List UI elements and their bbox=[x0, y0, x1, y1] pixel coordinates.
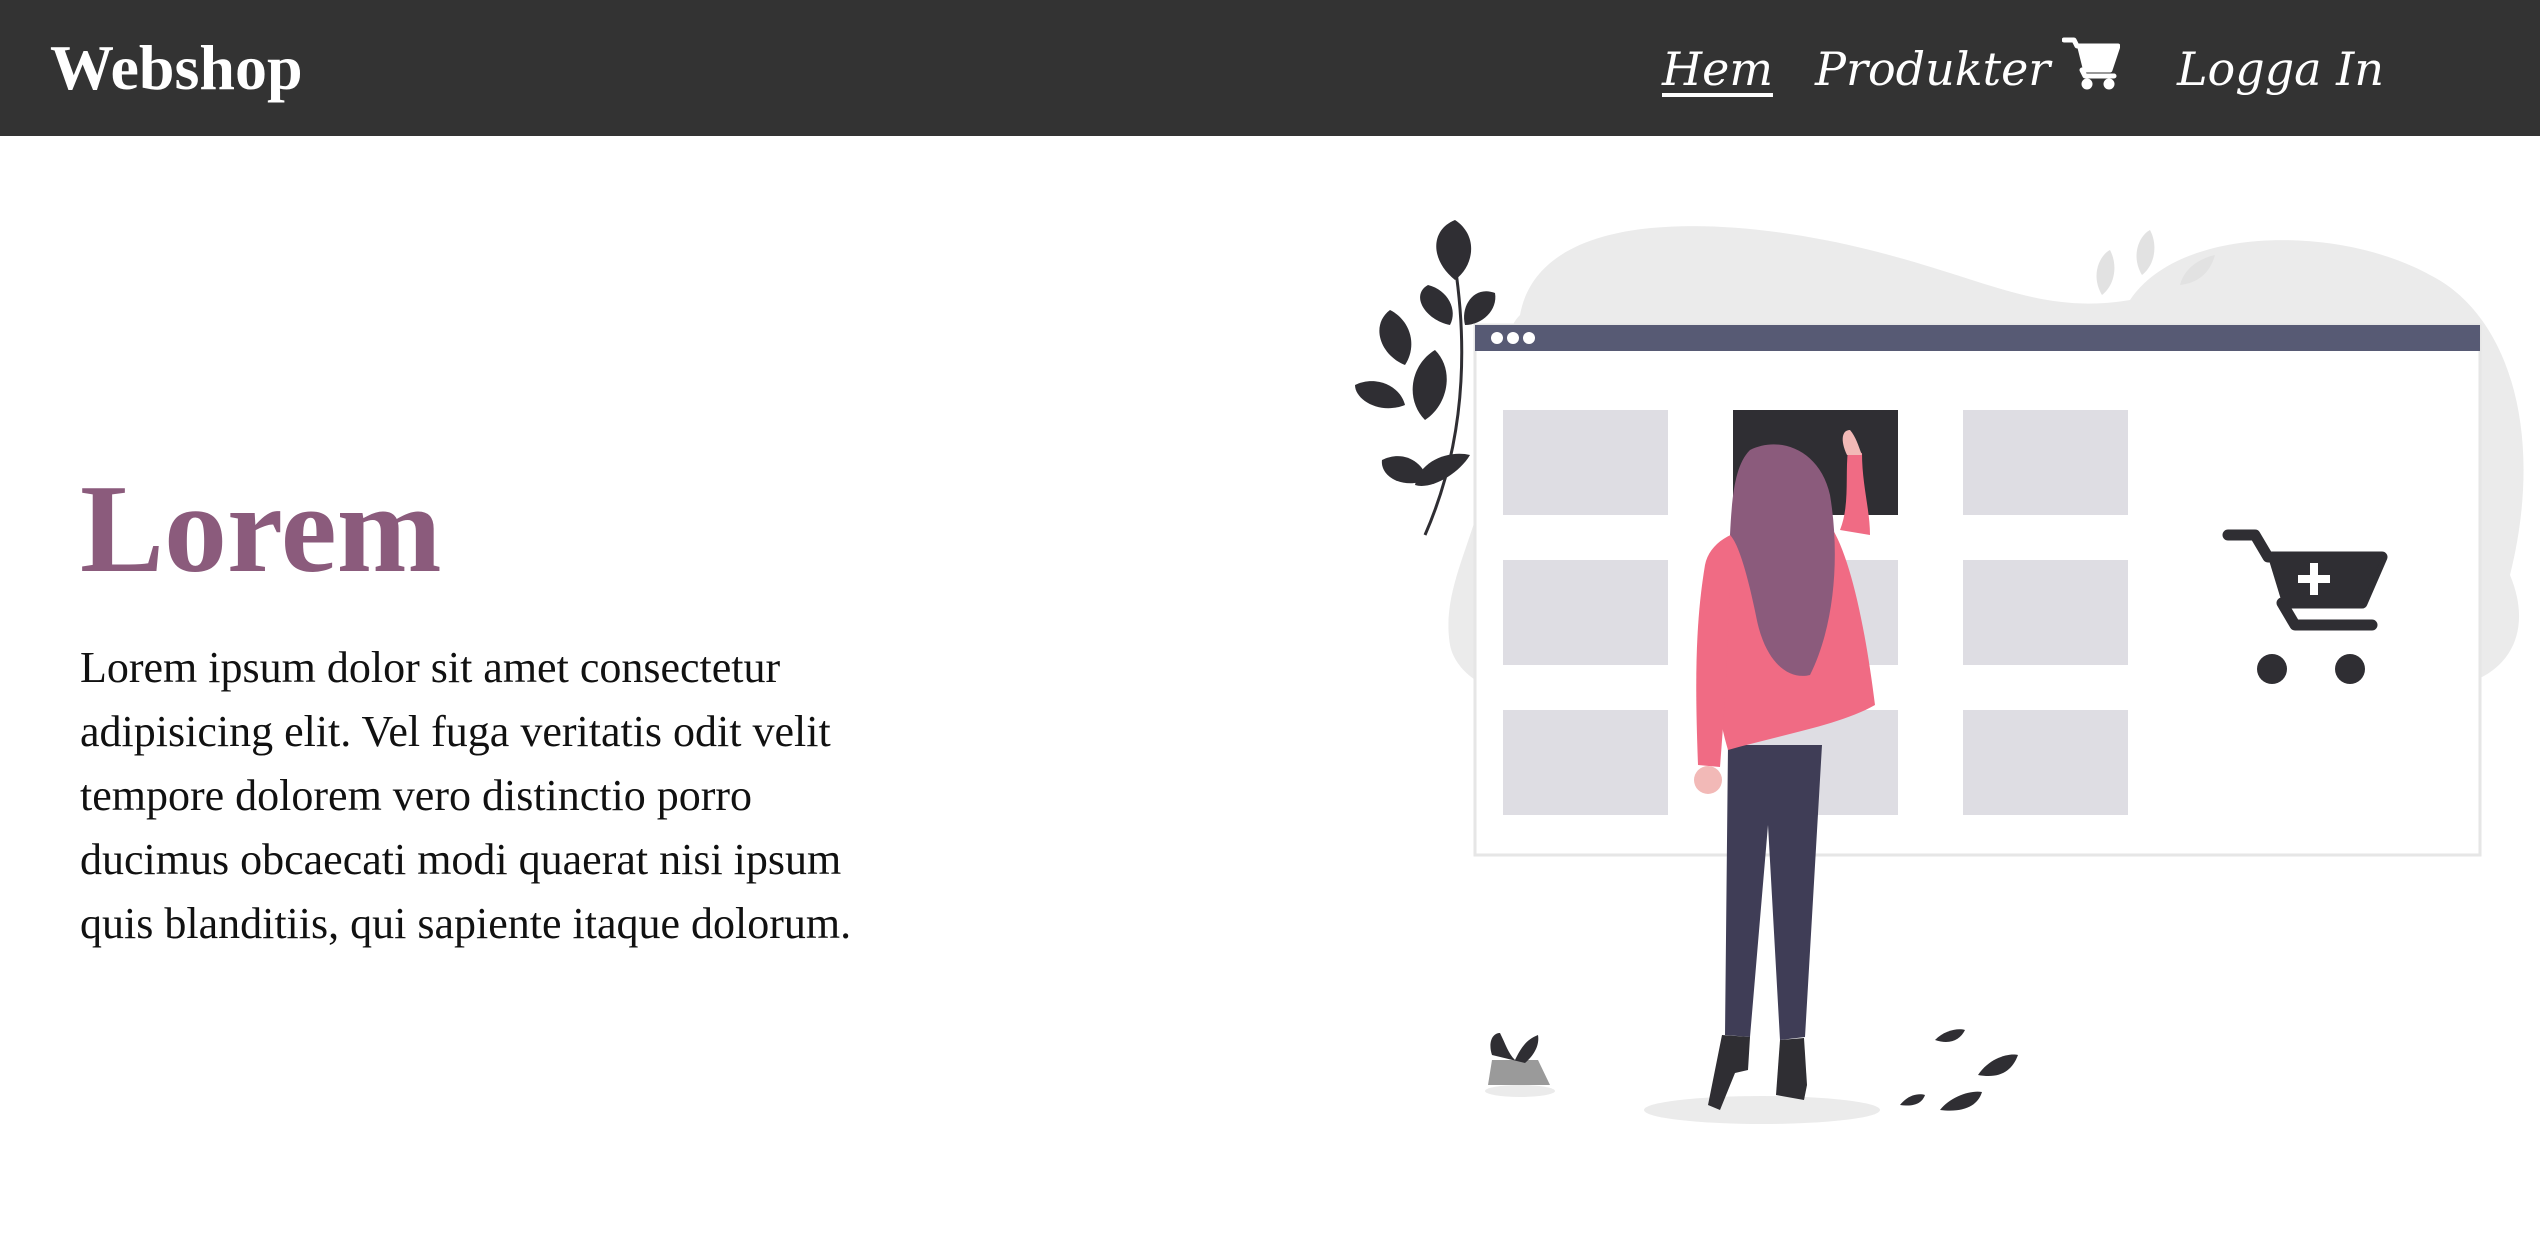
nav-link-products[interactable]: Produkter bbox=[1815, 34, 2050, 104]
nav-link-login[interactable]: Logga In bbox=[2177, 34, 2384, 104]
navbar: Webshop Hem Produkter Logga In bbox=[0, 0, 2540, 136]
shopping-cart-icon bbox=[2061, 37, 2121, 90]
window-dot bbox=[1523, 332, 1535, 344]
hero-title: Lorem bbox=[80, 460, 442, 599]
nav-link-home[interactable]: Hem bbox=[1662, 34, 1773, 104]
nav-cart-button[interactable] bbox=[2061, 36, 2121, 92]
online-shopping-illustration bbox=[1355, 220, 2524, 1124]
hero-text: Lorem ipsum dolor sit amet consectetur a… bbox=[80, 643, 852, 948]
brand-logo[interactable]: Webshop bbox=[50, 28, 303, 108]
plant-pot bbox=[1485, 1033, 1555, 1097]
browser-title-bar bbox=[1475, 325, 2480, 351]
window-dot bbox=[1491, 332, 1503, 344]
window-dot bbox=[1507, 332, 1519, 344]
fallen-leaves bbox=[1900, 1029, 2018, 1111]
